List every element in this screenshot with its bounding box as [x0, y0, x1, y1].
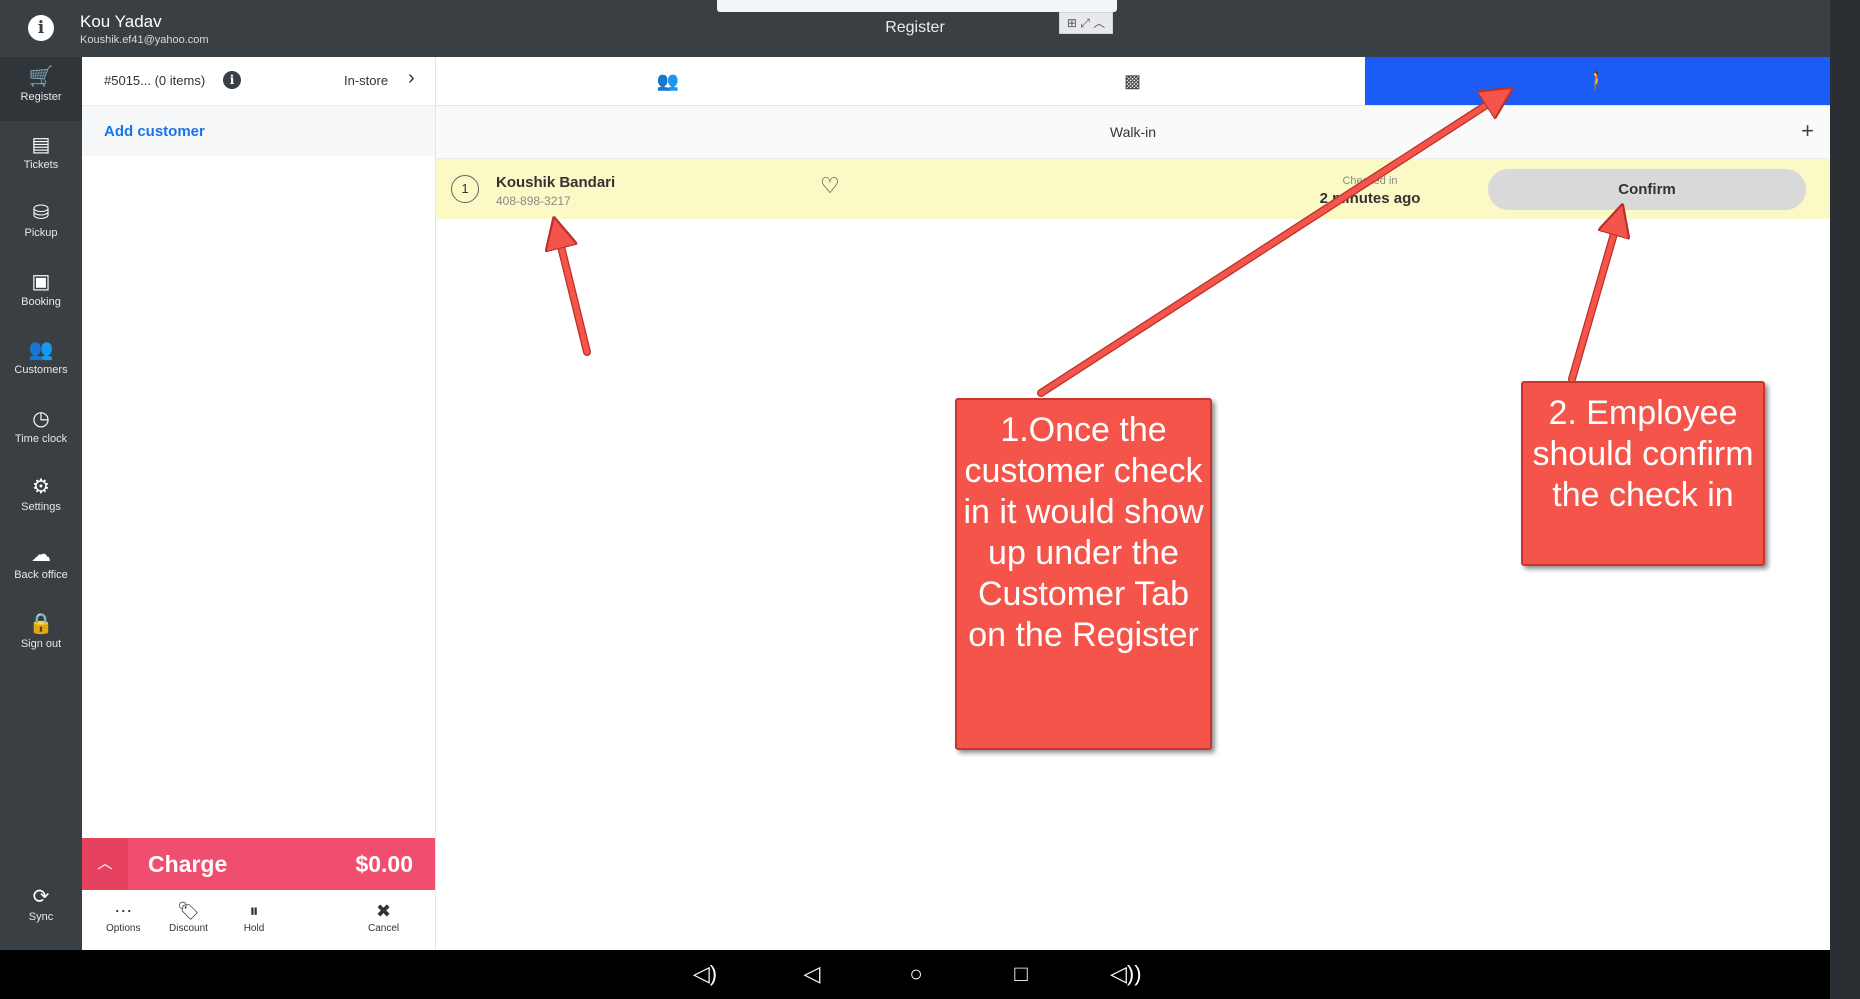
queue-number: 1: [451, 175, 479, 203]
gear-icon: ⚙: [32, 476, 50, 498]
charge-button[interactable]: ︿ Charge $0.00: [82, 838, 435, 890]
discount-label: Discount: [169, 923, 208, 934]
sidebar-item-pickup[interactable]: ⛁ Pickup: [0, 193, 82, 257]
sidebar-item-label: Pickup: [24, 227, 58, 239]
view-tabs: 👥 ▩ 🚶: [436, 57, 1830, 106]
sidebar-item-label: Sync: [28, 911, 54, 923]
sidebar-item-label: Sign out: [20, 638, 62, 650]
calendar-icon: ▣: [31, 271, 51, 293]
sidebar-item-customers[interactable]: 👥 Customers: [0, 330, 82, 394]
heart-icon[interactable]: ♡: [820, 173, 840, 199]
back-icon[interactable]: ◁: [797, 962, 827, 986]
list-icon: ▤: [31, 134, 51, 156]
ticket-header: #5015... (0 items) i In-store ›: [82, 57, 435, 106]
people-icon: 👥: [28, 339, 54, 361]
sidebar-item-sync[interactable]: ⟳ Sync: [0, 877, 82, 941]
cart-icon: 🛒: [28, 66, 54, 88]
add-customer-label: Add customer: [104, 123, 205, 140]
people-icon: 👥: [656, 71, 680, 91]
confirm-button[interactable]: Confirm: [1488, 169, 1806, 210]
pause-icon: ⏸: [249, 901, 259, 921]
recents-icon[interactable]: □: [1006, 962, 1036, 986]
options-button[interactable]: ⋯ Options: [106, 900, 140, 934]
tab-gallery[interactable]: ▩: [900, 57, 1365, 105]
android-nav-bar: ◁) ◁ ○ □ ◁)): [0, 950, 1830, 999]
sidebar-item-label: Tickets: [23, 159, 59, 171]
ticket-id: #5015... (0 items): [104, 73, 206, 88]
volume-up-icon[interactable]: ◁)): [1110, 962, 1142, 986]
sidebar-item-time-clock[interactable]: ◷ Time clock: [0, 399, 82, 463]
sidebar-nav: 🛒 Register ▤ Tickets ⛁ Pickup ▣ Booking …: [0, 57, 82, 950]
tag-icon: 🏷: [177, 901, 200, 921]
ticket-actions: ⋯ Options 🏷 Discount ⏸ Hold ✖ Cancel: [82, 890, 435, 950]
sync-icon: ⟳: [32, 886, 50, 908]
options-icon: ⋯: [114, 901, 133, 921]
chevron-right-icon[interactable]: ›: [408, 67, 415, 90]
cancel-label: Cancel: [368, 923, 400, 934]
volume-down-icon[interactable]: ◁): [690, 962, 720, 986]
sidebar-item-booking[interactable]: ▣ Booking: [0, 262, 82, 326]
close-icon: ✖: [376, 901, 392, 921]
home-icon[interactable]: ○: [901, 962, 931, 986]
cloud-icon: ☁: [31, 544, 51, 566]
window-controls[interactable]: ⊞ ⤢ ︿: [1059, 12, 1113, 34]
sidebar-item-label: Settings: [21, 501, 61, 513]
sidebar-item-settings[interactable]: ⚙ Settings: [0, 467, 82, 531]
cancel-button[interactable]: ✖ Cancel: [368, 900, 399, 934]
sidebar-item-label: Register: [20, 91, 62, 103]
discount-button[interactable]: 🏷 Discount: [169, 900, 208, 934]
sidebar-item-label: Time clock: [14, 433, 68, 445]
walking-person-icon: 🚶: [1586, 71, 1609, 91]
page-title: Register: [885, 19, 945, 36]
ticket-panel: #5015... (0 items) i In-store › Add cust…: [82, 57, 436, 950]
callout-check-in-note: 1.Once the customer check in it would sh…: [955, 398, 1212, 750]
chevron-up-icon[interactable]: ︿: [82, 838, 128, 890]
customer-name: Koushik Bandari: [496, 174, 616, 191]
checked-in-label: Checked in: [1342, 175, 1398, 187]
tab-walk-in[interactable]: 🚶: [1365, 57, 1830, 105]
gallery-icon: ▩: [1123, 71, 1141, 91]
clock-icon: ◷: [32, 408, 50, 430]
charge-label: Charge: [148, 851, 228, 877]
order-mode[interactable]: In-store: [344, 73, 388, 88]
callout-confirm-note: 2. Employee should confirm the check in: [1521, 381, 1765, 566]
sidebar-item-back-office[interactable]: ☁ Back office: [0, 535, 82, 599]
overlay-toolbar-strip: [717, 0, 1117, 12]
customer-phone: 408-898-3217: [496, 194, 571, 208]
charge-amount: $0.00: [355, 851, 413, 877]
sidebar-item-register[interactable]: 🛒 Register: [0, 57, 82, 121]
sidebar-item-tickets[interactable]: ▤ Tickets: [0, 125, 82, 189]
add-icon[interactable]: +: [1801, 118, 1814, 144]
tab-customers[interactable]: 👥: [436, 57, 900, 105]
hold-label: Hold: [243, 923, 265, 934]
ticket-info-icon[interactable]: i: [223, 71, 241, 89]
add-customer-button[interactable]: Add customer: [82, 106, 435, 156]
walk-in-label: Walk-in: [1109, 124, 1157, 140]
top-header: i Kou Yadav Koushik.ef41@yahoo.com Regis…: [0, 0, 1830, 57]
walk-in-header: Walk-in +: [436, 106, 1830, 159]
sidebar-item-label: Booking: [21, 296, 61, 308]
sidebar-item-label: Back office: [14, 569, 68, 581]
checked-in-customer-row[interactable]: 1 Koushik Bandari 408-898-3217 ♡ Checked…: [436, 159, 1830, 219]
lock-icon: 🔒: [28, 613, 54, 635]
sidebar-item-sign-out[interactable]: 🔒 Sign out: [0, 604, 82, 668]
checked-in-time: 2 minutes ago: [1319, 190, 1421, 207]
sidebar-item-label: Customers: [14, 364, 68, 376]
options-label: Options: [106, 923, 141, 934]
pickup-icon: ⛁: [32, 202, 50, 224]
hold-button[interactable]: ⏸ Hold: [242, 900, 266, 934]
